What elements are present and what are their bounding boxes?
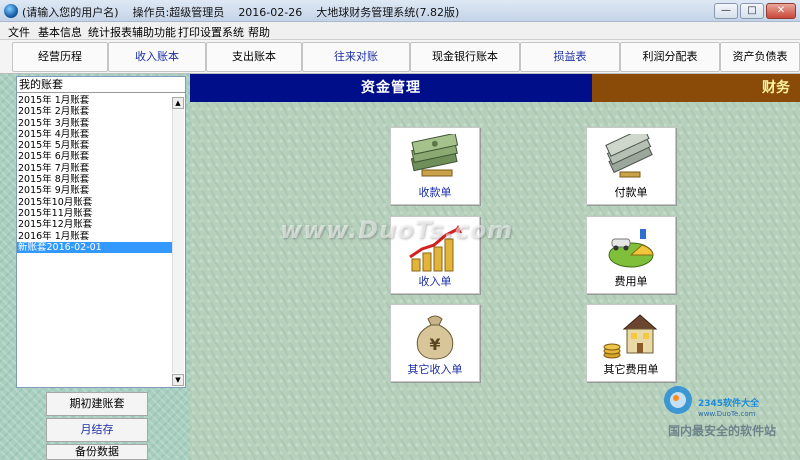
expense-label: 费用单 [614, 275, 648, 288]
banknotes-icon [605, 134, 653, 178]
logo-brand: 2345软件大全 [698, 399, 760, 409]
menu-basic-info[interactable]: 基本信息 [38, 24, 82, 40]
toolbar-profit-loss[interactable]: 损益表 [520, 42, 620, 72]
scrollbar-track[interactable] [172, 109, 184, 373]
receipt-tile[interactable]: 收款单 [390, 127, 480, 205]
list-item[interactable]: 2015年 4月账套 [17, 129, 172, 140]
left-panel: 我的账套 2015年 1月账套 2015年 2月账套 2015年 3月账套 20… [0, 74, 190, 460]
current-date: 2016-02-26 [238, 6, 303, 19]
toolbar-profit-distribution[interactable]: 利润分配表 [620, 42, 720, 72]
menu-print-settings[interactable]: 打印设置 [178, 24, 222, 40]
list-item[interactable]: 2015年 1月账套 [17, 95, 172, 106]
close-button[interactable]: ✕ [766, 3, 796, 19]
site-slogan: 国内最安全的软件站 [668, 424, 777, 438]
list-items: 2015年 1月账套 2015年 2月账套 2015年 3月账套 2015年 4… [17, 95, 172, 254]
menu-system[interactable]: 系统 [222, 24, 244, 40]
receipt-label: 收款单 [418, 186, 452, 199]
list-item[interactable]: 2015年11月账套 [17, 208, 172, 219]
menu-file[interactable]: 文件 [8, 24, 30, 40]
money-stack-icon [410, 134, 459, 177]
window-title: (请输入您的用户名) 操作员:超级管理员 2016-02-26 大地球财务管理系统(7… [22, 4, 459, 20]
section-title-finance: 财务 [592, 74, 800, 102]
list-item[interactable]: 2015年 2月账套 [17, 106, 172, 117]
pie-chart-car-icon [608, 229, 654, 268]
user-name-prompt: (请输入您的用户名) [22, 6, 119, 19]
window-titlebar: (请输入您的用户名) 操作员:超级管理员 2016-02-26 大地球财务管理系统(7… [0, 0, 800, 22]
list-item[interactable]: 2015年10月账套 [17, 197, 172, 208]
list-item[interactable]: 2015年 9月账套 [17, 185, 172, 196]
menu-help[interactable]: 帮助 [248, 24, 270, 40]
maximize-button[interactable]: □ [740, 3, 764, 19]
svg-text:¥: ¥ [429, 335, 440, 354]
list-item[interactable]: 2016年 1月账套 [17, 231, 172, 242]
toolbar-income-book[interactable]: 收入账本 [108, 42, 206, 72]
list-item[interactable]: 2015年12月账套 [17, 219, 172, 230]
other-income-tile[interactable]: ¥ 其它收入单 [390, 304, 480, 382]
minimize-button[interactable]: — [714, 3, 738, 19]
toolbar-business-history[interactable]: 经营历程 [12, 42, 108, 72]
expense-tile[interactable]: 费用单 [586, 216, 676, 294]
operator-label: 操作员:超级管理员 [132, 6, 225, 19]
list-item[interactable]: 2015年 5月账套 [17, 140, 172, 151]
list-header: 我的账套 [17, 77, 185, 93]
toolbar: 经营历程 收入账本 支出账本 往来对账 现金银行账本 损益表 利润分配表 资产负… [0, 40, 800, 74]
account-set-list[interactable]: 我的账套 2015年 1月账套 2015年 2月账套 2015年 3月账套 20… [16, 76, 186, 388]
list-item[interactable]: 2015年 8月账套 [17, 174, 172, 185]
menu-bar: 文件 基本信息 统计报表 辅助功能 打印设置 系统 帮助 [0, 22, 800, 40]
payment-tile[interactable]: 付款单 [586, 127, 676, 205]
logo-text: 2345软件大全 www.DuoTe.com [698, 396, 759, 419]
app-globe-icon [4, 4, 18, 18]
scroll-up-arrow-icon[interactable]: ▲ [172, 97, 184, 109]
app-name: 大地球财务管理系统(7.82版) [316, 6, 460, 19]
house-coins-icon [603, 314, 658, 359]
site-watermark: www.DuoTs.com [280, 216, 514, 244]
monthly-close-button[interactable]: 月结存 [46, 418, 148, 442]
create-opening-set-button[interactable]: 期初建账套 [46, 392, 148, 416]
logo-url: www.DuoTe.com [698, 410, 756, 418]
payment-label: 付款单 [614, 186, 648, 199]
menu-tools[interactable]: 辅助功能 [132, 24, 176, 40]
menu-reports[interactable]: 统计报表 [88, 24, 132, 40]
other-income-label: 其它收入单 [407, 363, 463, 376]
list-item-selected[interactable]: 新账套2016-02-01 [17, 241, 172, 254]
list-item[interactable]: 2015年 6月账套 [17, 151, 172, 162]
list-item[interactable]: 2015年 7月账套 [17, 163, 172, 174]
toolbar-balance-sheet[interactable]: 资产负债表 [720, 42, 800, 72]
toolbar-reconciliation[interactable]: 往来对账 [302, 42, 410, 72]
scroll-down-arrow-icon[interactable]: ▼ [172, 374, 184, 386]
toolbar-cash-bank-book[interactable]: 现金银行账本 [410, 42, 520, 72]
other-expense-tile[interactable]: 其它费用单 [586, 304, 676, 382]
other-expense-label: 其它费用单 [603, 363, 659, 376]
list-item[interactable]: 2015年 3月账套 [17, 118, 172, 129]
money-bag-icon: ¥ [416, 315, 454, 360]
section-title: 资金管理 [190, 74, 592, 102]
toolbar-expense-book[interactable]: 支出账本 [206, 42, 302, 72]
income-label: 收入单 [418, 275, 452, 288]
backup-data-button[interactable]: 备份数据 [46, 444, 148, 460]
